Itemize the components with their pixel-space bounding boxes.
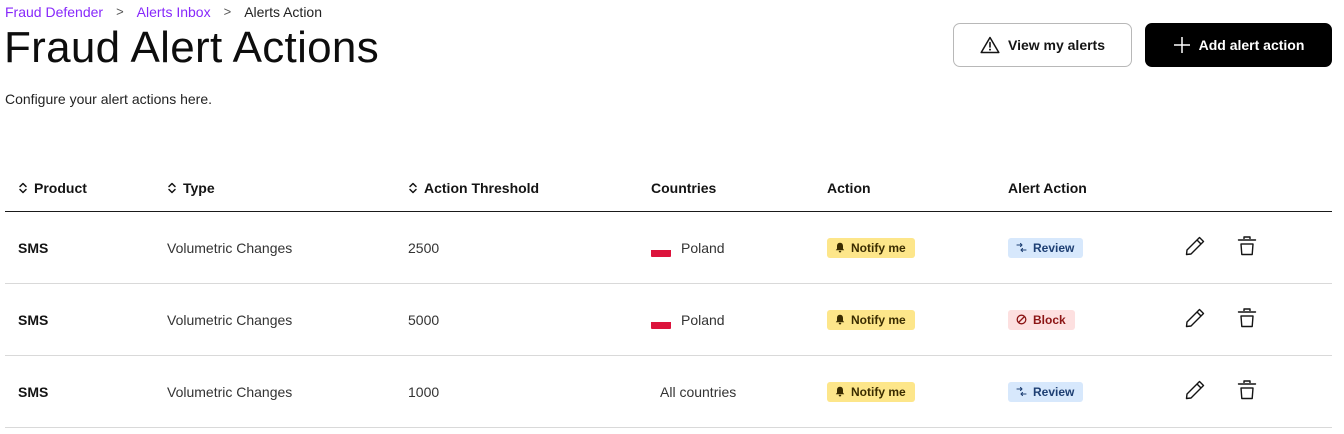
breadcrumb-link-fraud-defender[interactable]: Fraud Defender [5, 4, 103, 20]
breadcrumb-link-alerts-inbox[interactable]: Alerts Inbox [137, 4, 211, 20]
trash-icon [1236, 379, 1258, 406]
sort-icon [167, 182, 177, 194]
page-description: Configure your alert actions here. [5, 91, 212, 107]
threshold-cell: 1000 [408, 383, 440, 400]
badge-label: Notify me [851, 384, 906, 399]
action-cell: Notify me [827, 212, 915, 283]
review-badge: Review [1008, 381, 1084, 402]
column-header-action-threshold[interactable]: Action Threshold [408, 180, 539, 196]
alert-action-cell: Block [1008, 284, 1075, 355]
notify-me-badge: Notify me [827, 237, 915, 258]
threshold-cell: 5000 [408, 311, 440, 328]
pencil-icon [1184, 307, 1206, 334]
edit-button[interactable] [1183, 308, 1207, 332]
column-label: Countries [651, 180, 717, 196]
product-cell: SMS [18, 383, 49, 400]
trash-icon [1236, 307, 1258, 334]
column-header-type[interactable]: Type [167, 180, 215, 196]
bell-icon [835, 242, 845, 253]
delete-button[interactable] [1235, 235, 1259, 262]
table-row: SMS Volumetric Changes 5000 Poland Notif… [5, 284, 1332, 356]
plus-icon [1173, 36, 1191, 54]
table-row: SMS Volumetric Changes 1000 All countrie… [5, 356, 1332, 428]
alert-action-cell: Review [1008, 212, 1084, 283]
product-cell: SMS [18, 311, 49, 328]
table-row: SMS Volumetric Changes 2500 Poland Notif… [5, 212, 1332, 284]
country-name: Poland [681, 239, 725, 256]
bell-icon [835, 386, 845, 397]
countries-cell: Poland [651, 212, 725, 283]
sort-icon [408, 182, 418, 194]
column-label: Action Threshold [424, 180, 540, 196]
type-cell: Volumetric Changes [167, 311, 293, 328]
action-cell: Notify me [827, 356, 915, 427]
badge-label: Notify me [851, 312, 906, 327]
add-alert-action-label: Add alert action [1198, 37, 1305, 53]
poland-flag-icon [651, 314, 671, 329]
type-cell: Volumetric Changes [167, 383, 293, 400]
column-label: Product [34, 180, 87, 196]
page-title: Fraud Alert Actions [4, 23, 379, 72]
country-name: Poland [681, 311, 725, 328]
review-badge: Review [1008, 237, 1084, 258]
badge-label: Review [1033, 384, 1075, 399]
delete-button[interactable] [1235, 307, 1259, 334]
breadcrumb-separator: > [116, 4, 124, 19]
delete-button[interactable] [1235, 379, 1259, 406]
block-badge: Block [1008, 309, 1075, 330]
threshold-cell: 2500 [408, 239, 440, 256]
pencil-icon [1184, 379, 1206, 406]
column-label: Action [827, 180, 871, 196]
breadcrumb-separator: > [223, 4, 232, 19]
column-header-countries: Countries [651, 180, 716, 196]
notify-me-badge: Notify me [827, 381, 915, 402]
column-label: Alert Action [1008, 180, 1087, 196]
add-alert-action-button[interactable]: Add alert action [1145, 23, 1332, 67]
countries-cell: All countries [660, 356, 736, 427]
type-cell: Volumetric Changes [167, 239, 293, 256]
table-header: Product Type Action Threshold Countries … [5, 168, 1332, 212]
notify-me-badge: Notify me [827, 309, 915, 330]
alert-actions-table: Product Type Action Threshold Countries … [5, 168, 1332, 428]
column-header-product[interactable]: Product [18, 180, 87, 196]
pencil-icon [1184, 235, 1206, 262]
country-name: All countries [660, 383, 737, 400]
block-icon [1016, 314, 1027, 325]
column-header-action: Action [827, 180, 871, 196]
action-cell: Notify me [827, 284, 915, 355]
badge-label: Notify me [851, 240, 906, 255]
warning-icon [980, 36, 1000, 54]
poland-flag-icon [651, 242, 671, 257]
alert-action-cell: Review [1008, 356, 1084, 427]
column-label: Type [183, 180, 215, 196]
breadcrumb: Fraud Defender > Alerts Inbox > Alerts A… [5, 4, 322, 20]
view-my-alerts-label: View my alerts [1007, 37, 1106, 53]
column-header-alert-action: Alert Action [1008, 180, 1087, 196]
badge-label: Review [1033, 240, 1075, 255]
edit-button[interactable] [1183, 236, 1207, 260]
view-my-alerts-button[interactable]: View my alerts [953, 23, 1132, 67]
edit-button[interactable] [1183, 380, 1207, 404]
bell-icon [835, 314, 845, 325]
review-icon [1016, 386, 1027, 397]
countries-cell: Poland [651, 284, 725, 355]
trash-icon [1236, 235, 1258, 262]
review-icon [1016, 242, 1027, 253]
sort-icon [18, 182, 28, 194]
product-cell: SMS [18, 239, 49, 256]
breadcrumb-current: Alerts Action [244, 4, 323, 20]
badge-label: Block [1033, 312, 1066, 327]
